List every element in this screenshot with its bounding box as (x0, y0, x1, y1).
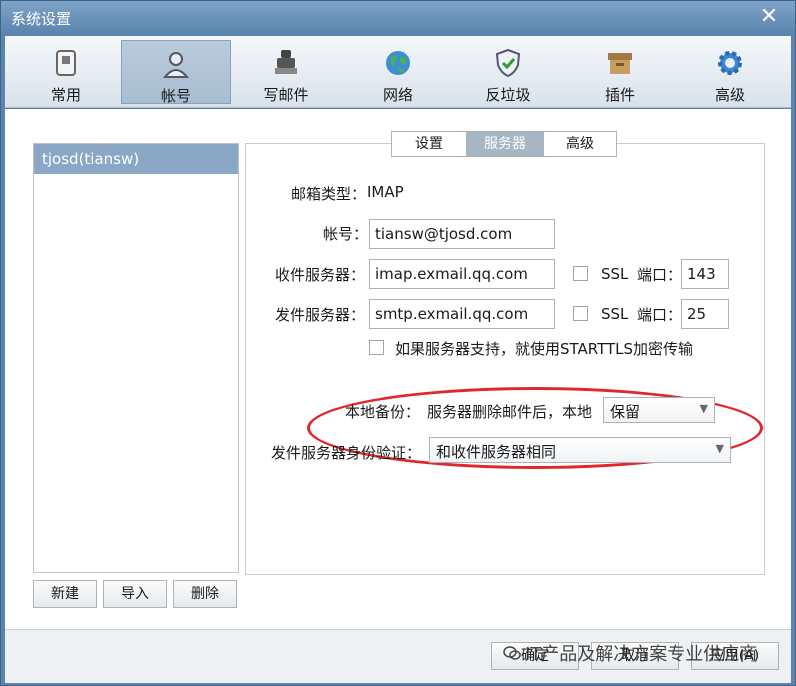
toolbar-item-general[interactable]: 常用 (11, 40, 121, 104)
starttls-checkbox[interactable] (369, 340, 384, 355)
outgoing-auth-select[interactable]: 和收件服务器相同 ▼ (429, 437, 731, 463)
toolbar-label: 插件 (604, 86, 635, 104)
new-account-button[interactable]: 新建 (33, 580, 97, 608)
account-field[interactable]: tiansw@tjosd.com (369, 219, 555, 249)
outgoing-port-field[interactable]: 25 (681, 299, 729, 329)
toolbar-label: 网络 (382, 86, 413, 104)
incoming-server-field[interactable]: imap.exmail.qq.com (369, 259, 555, 289)
tab-server[interactable]: 服务器 (467, 131, 543, 157)
incoming-ssl-checkbox[interactable] (573, 266, 588, 281)
account-details-panel (245, 143, 765, 575)
stamp-icon (275, 50, 297, 74)
local-backup-value: 保留 (610, 403, 641, 421)
toolbar-item-account[interactable]: 帐号 (121, 40, 231, 105)
toolbar-item-network[interactable]: 网络 (343, 40, 453, 104)
box-icon (608, 53, 632, 74)
switch-icon (56, 50, 76, 76)
gear-icon (718, 51, 742, 75)
outgoing-auth-label: 发件服务器身份验证： (271, 444, 422, 462)
title-bar: 系统设置 ✕ (1, 1, 795, 35)
starttls-label: 如果服务器支持，就使用STARTTLS加密传输 (395, 340, 694, 358)
toolbar-item-compose[interactable]: 写邮件 (231, 40, 341, 104)
toolbar-item-plugins[interactable]: 插件 (565, 40, 675, 104)
settings-content: tjosd(tiansw) 新建 导入 删除 设置 服务器 高级 邮箱类型： I… (5, 109, 791, 629)
incoming-ssl-label: SSL (601, 265, 629, 283)
incoming-port-label: 端口： (637, 266, 683, 284)
toolbar-item-antispam[interactable]: 反垃圾 (453, 40, 563, 104)
account-label: 帐号： (323, 225, 369, 243)
window-title: 系统设置 (11, 10, 72, 28)
dialog-footer: 确定 取消 应用(A) IT产品及解决方案专业供应商 (5, 629, 791, 683)
toolbar-label: 帐号 (160, 87, 191, 105)
user-icon (162, 52, 190, 78)
local-backup-label: 本地备份： (345, 403, 421, 421)
close-icon[interactable]: ✕ (757, 5, 781, 29)
globe-icon (386, 51, 410, 75)
incoming-server-label: 收件服务器： (275, 266, 366, 284)
incoming-port-field[interactable]: 143 (681, 259, 729, 289)
outgoing-server-field[interactable]: smtp.exmail.qq.com (369, 299, 555, 329)
toolbar-label: 常用 (50, 86, 81, 104)
chevron-down-icon: ▼ (715, 442, 724, 455)
toolbar-label: 反垃圾 (485, 86, 531, 104)
outgoing-auth-value: 和收件服务器相同 (436, 443, 557, 461)
outgoing-ssl-label: SSL (601, 305, 629, 323)
toolbar-label: 写邮件 (263, 86, 309, 104)
local-backup-description: 服务器删除邮件后，本地 (427, 403, 593, 421)
toolbar-item-advanced[interactable]: 高级 (675, 40, 785, 104)
toolbar-label: 高级 (714, 86, 745, 104)
local-backup-select[interactable]: 保留 ▼ (603, 397, 715, 423)
watermark-text: IT产品及解决方案专业供应商 (525, 644, 758, 665)
outgoing-ssl-checkbox[interactable] (573, 306, 588, 321)
import-account-button[interactable]: 导入 (103, 580, 167, 608)
outgoing-port-label: 端口： (637, 306, 683, 324)
mailbox-type-value: IMAP (367, 183, 404, 201)
tab-settings[interactable]: 设置 (391, 131, 467, 157)
shield-icon (495, 48, 521, 78)
tab-advanced[interactable]: 高级 (543, 131, 617, 157)
mailbox-type-label: 邮箱类型： (291, 185, 367, 203)
wechat-icon (503, 646, 521, 660)
account-list: tjosd(tiansw) (33, 143, 239, 573)
delete-account-button[interactable]: 删除 (173, 580, 237, 608)
category-toolbar: 常用 帐号 写邮件 网络 反垃圾 插件 高级 (5, 36, 791, 108)
outgoing-server-label: 发件服务器： (275, 306, 366, 324)
list-item[interactable]: tjosd(tiansw) (34, 144, 238, 174)
chevron-down-icon: ▼ (699, 402, 708, 415)
settings-window: 系统设置 ✕ 常用 帐号 写邮件 网络 反垃圾 插件 高级 tjosd(tian… (0, 0, 796, 686)
